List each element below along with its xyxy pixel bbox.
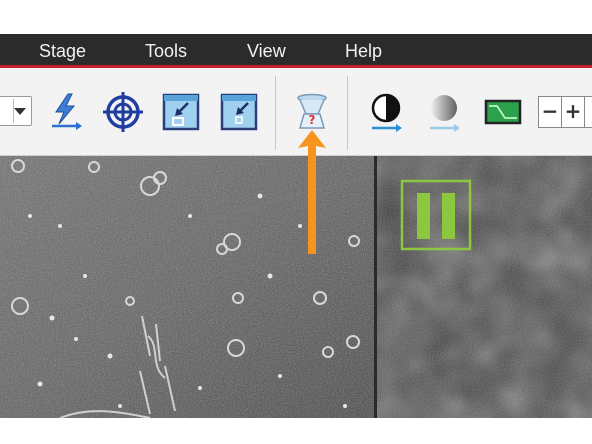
menu-view[interactable]: View bbox=[247, 41, 286, 62]
brightness-icon bbox=[430, 95, 460, 132]
zoom-out-icon bbox=[220, 93, 258, 131]
menu-tools[interactable]: Tools bbox=[145, 41, 187, 62]
stepper-minus-button[interactable]: − bbox=[539, 97, 562, 127]
toolbar-separator bbox=[275, 76, 276, 150]
chevron-down-icon[interactable] bbox=[14, 108, 26, 115]
brightness-button[interactable] bbox=[424, 92, 464, 132]
menu-stage[interactable]: Stage bbox=[39, 41, 86, 62]
mode-dropdown[interactable] bbox=[0, 96, 32, 126]
pause-icon bbox=[417, 193, 430, 239]
menu-bar: Stage Tools View Help bbox=[0, 34, 592, 68]
stepper-plus-button[interactable]: + bbox=[562, 97, 585, 127]
vacuum-help-icon: ? bbox=[297, 93, 327, 129]
lightning-arrow-icon bbox=[52, 93, 82, 130]
sem-image-right[interactable] bbox=[377, 156, 592, 418]
beam-button[interactable] bbox=[46, 92, 86, 132]
annotation-arrow bbox=[298, 130, 326, 254]
contrast-button[interactable] bbox=[366, 92, 406, 132]
zoom-in-icon bbox=[162, 93, 200, 131]
signal-monitor-button[interactable] bbox=[483, 92, 523, 132]
bottom-margin bbox=[0, 418, 592, 444]
toolbar-separator bbox=[347, 76, 348, 150]
zoom-stepper[interactable]: − + bbox=[538, 96, 592, 128]
zoom-in-button[interactable] bbox=[161, 92, 201, 132]
vacuum-help-button[interactable]: ? bbox=[292, 92, 332, 132]
center-target-button[interactable] bbox=[103, 92, 143, 132]
signal-monitor-icon bbox=[484, 99, 522, 125]
contrast-icon bbox=[371, 93, 402, 132]
sem-image-right-canvas bbox=[377, 156, 592, 418]
svg-text:?: ? bbox=[309, 113, 316, 127]
menu-help[interactable]: Help bbox=[345, 41, 382, 62]
crosshair-target-icon bbox=[103, 92, 143, 132]
zoom-out-button[interactable] bbox=[219, 92, 259, 132]
